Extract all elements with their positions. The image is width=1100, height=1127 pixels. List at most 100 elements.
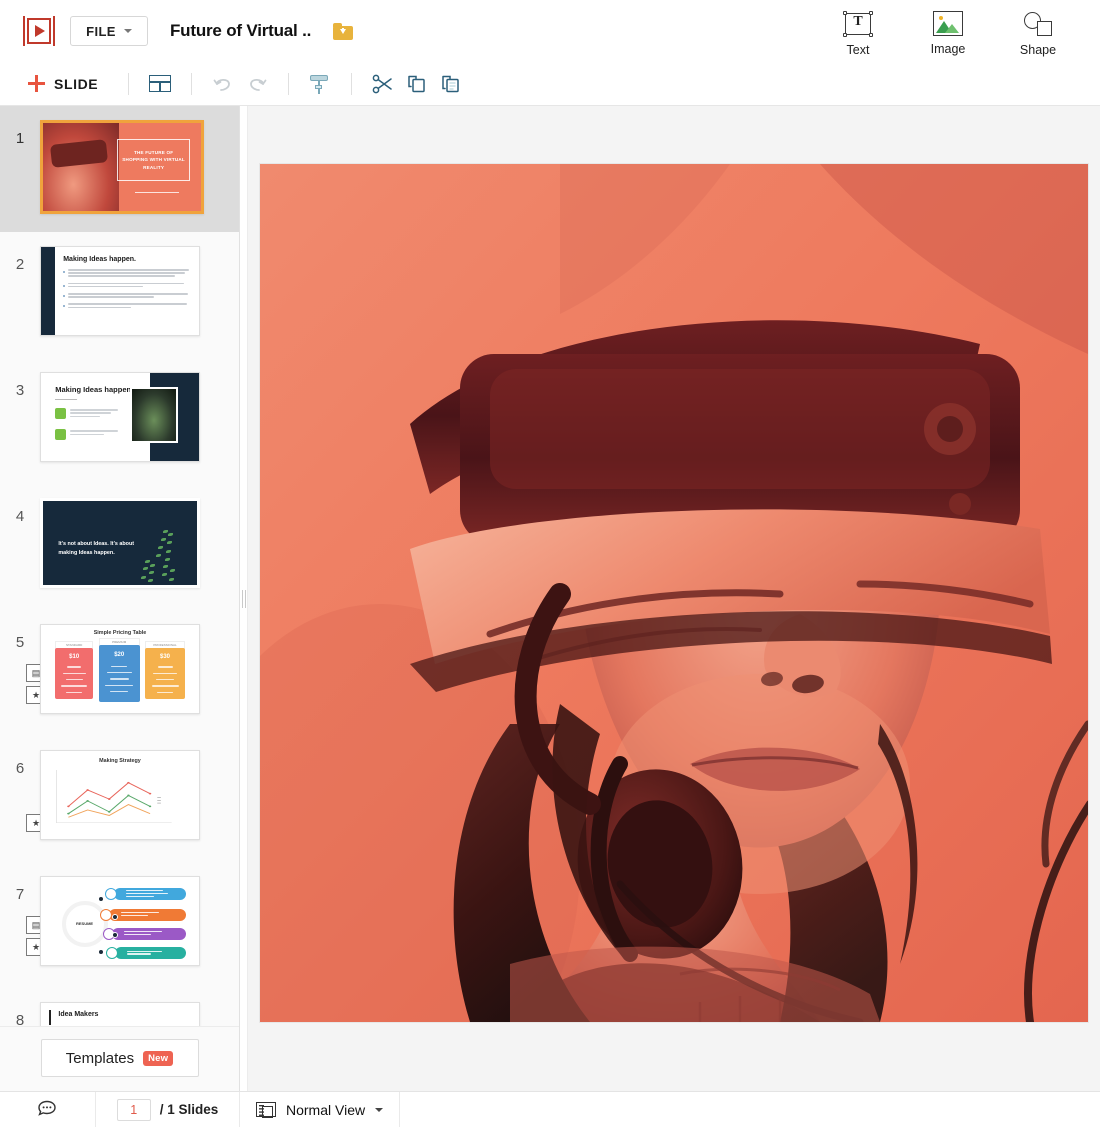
slide-thumbnail-5[interactable]: 5 ▤ ★ Simple Pricing Table STANDARD PREM… (0, 610, 239, 736)
slide-thumbnail-2[interactable]: 2 Making Ideas happen. (0, 232, 239, 358)
add-slide-button[interactable]: SLIDE (28, 75, 114, 92)
slide-canvas-area[interactable] (248, 106, 1100, 1091)
slide-list[interactable]: 1 THE FUTURE OF SHOPPING WITH VIRTUAL RE… (0, 106, 239, 1026)
toolbar-divider (351, 73, 352, 95)
vine-decoration (135, 526, 187, 585)
app-logo-icon[interactable] (22, 16, 56, 46)
diagram-pill (114, 888, 187, 900)
pricing-column: $30 (145, 648, 185, 699)
document-title[interactable]: Future of Virtual .. (170, 21, 311, 41)
templates-footer: Templates New (0, 1026, 239, 1091)
templates-button[interactable]: Templates New (41, 1039, 199, 1077)
toolbar-divider (191, 73, 192, 95)
slide-preview[interactable]: Idea Makers (40, 1002, 200, 1026)
undo-icon (212, 75, 234, 93)
view-mode-selector[interactable]: Normal View (240, 1092, 400, 1127)
slide-preview[interactable]: RESUME (40, 876, 200, 966)
comments-button[interactable] (0, 1092, 96, 1127)
plan-price: $10 (55, 654, 93, 660)
slide-title-text: Making Ideas happen (55, 385, 131, 394)
slide-number: 4 (0, 498, 40, 525)
copy-icon (406, 74, 428, 94)
insert-image-label: Image (931, 42, 966, 56)
editor-body: 1 THE FUTURE OF SHOPPING WITH VIRTUAL RE… (0, 106, 1100, 1091)
slide-preview[interactable]: THE FUTURE OF SHOPPING WITH VIRTUAL REAL… (40, 120, 204, 214)
slide-thumbnail-1[interactable]: 1 THE FUTURE OF SHOPPING WITH VIRTUAL RE… (0, 106, 239, 232)
active-slide-canvas[interactable] (260, 164, 1088, 1022)
center-ring: RESUME (62, 901, 108, 947)
diagram-pill (115, 947, 186, 959)
layout-icon (149, 75, 171, 92)
slide-number: 1 (0, 120, 40, 147)
slide-number: 7 (0, 876, 40, 903)
insert-text-button[interactable]: T Text (830, 11, 886, 57)
templates-new-badge: New (143, 1051, 173, 1066)
current-slide-input[interactable]: 1 (117, 1099, 151, 1121)
cut-scissors-icon (372, 74, 394, 94)
pricing-column: $20 (99, 645, 140, 701)
paste-button[interactable] (434, 69, 468, 99)
layout-view-icon (256, 1102, 276, 1117)
comment-icon (37, 1100, 59, 1119)
chevron-down-icon (124, 29, 132, 33)
slide-number: 3 (0, 372, 40, 399)
slide-preview[interactable]: It's not about Ideas. It's about making … (40, 498, 200, 588)
slide-preview[interactable]: Simple Pricing Table STANDARD PREMIUM PR… (40, 624, 200, 714)
undo-button[interactable] (206, 69, 240, 99)
view-mode-label: Normal View (286, 1102, 365, 1118)
title-rule (135, 192, 179, 193)
slide-thumbnail-panel: 1 THE FUTURE OF SHOPPING WITH VIRTUAL RE… (0, 106, 240, 1091)
panel-splitter[interactable] (240, 106, 248, 1091)
splitter-grip-icon (241, 588, 247, 610)
folder-download-icon[interactable] (333, 23, 353, 40)
add-slide-label: SLIDE (54, 76, 98, 92)
vr-headset-photo (260, 164, 1088, 1022)
slide-number: 8 (0, 1002, 40, 1026)
toolbar-divider (288, 73, 289, 95)
templates-label: Templates (66, 1050, 134, 1067)
slide-title-text: Simple Pricing Table (41, 630, 199, 636)
slide-thumbnail-3[interactable]: 3 Making Ideas happen (0, 358, 239, 484)
insert-image-button[interactable]: Image (920, 11, 976, 56)
file-menu-label: FILE (86, 24, 116, 39)
redo-button[interactable] (240, 69, 274, 99)
slide-thumbnail-4[interactable]: 4 It's not about Ideas. It's about makin… (0, 484, 239, 610)
text-box-icon: T (843, 11, 873, 37)
plan-price: $30 (145, 654, 185, 660)
slide-preview[interactable]: Making Ideas happen (40, 372, 200, 462)
layout-button[interactable] (143, 69, 177, 99)
insert-shape-button[interactable]: Shape (1010, 11, 1066, 57)
edit-toolbar: SLIDE (0, 62, 1100, 106)
slide-number: 6 (0, 750, 40, 777)
top-bar: FILE Future of Virtual .. T Text Image (0, 0, 1100, 62)
slide-preview[interactable]: Making Ideas happen. (40, 246, 200, 336)
slide-thumbnail-8[interactable]: 8 Idea Makers (0, 988, 239, 1026)
toolbar-divider (128, 73, 129, 95)
slide-title-box: THE FUTURE OF SHOPPING WITH VIRTUAL REAL… (117, 139, 190, 181)
format-painter-button[interactable] (303, 69, 337, 99)
slide-title-text: THE FUTURE OF SHOPPING WITH VIRTUAL REAL… (121, 149, 186, 170)
slide-number: 5 (0, 624, 40, 651)
slide-title-text: Making Ideas happen. (63, 256, 189, 263)
pricing-column: $10 (55, 648, 93, 699)
slide-title-text: Idea Makers (58, 1011, 98, 1018)
status-bar: 1 / 1 Slides Normal View (0, 1091, 1100, 1127)
line-chart (54, 770, 174, 825)
cut-button[interactable] (366, 69, 400, 99)
vr-photo (43, 123, 119, 211)
shape-icon (1023, 11, 1053, 37)
file-menu-button[interactable]: FILE (70, 16, 148, 46)
insert-text-label: Text (847, 43, 870, 57)
slide-preview[interactable]: Making Strategy (40, 750, 200, 840)
page-indicator[interactable]: 1 / 1 Slides (96, 1092, 240, 1127)
slide-thumbnail-6[interactable]: 6 ★ Making Strategy (0, 736, 239, 862)
copy-button[interactable] (400, 69, 434, 99)
slide-number: 2 (0, 246, 40, 273)
diagram-pill (112, 928, 186, 940)
slide-count-label: / 1 Slides (160, 1102, 219, 1117)
slide-thumbnail-7[interactable]: 7 ▤ ★ RESUME (0, 862, 239, 988)
image-icon (933, 11, 963, 36)
diagram-pill (109, 909, 186, 921)
plus-icon (28, 75, 45, 92)
format-painter-icon (309, 73, 331, 95)
